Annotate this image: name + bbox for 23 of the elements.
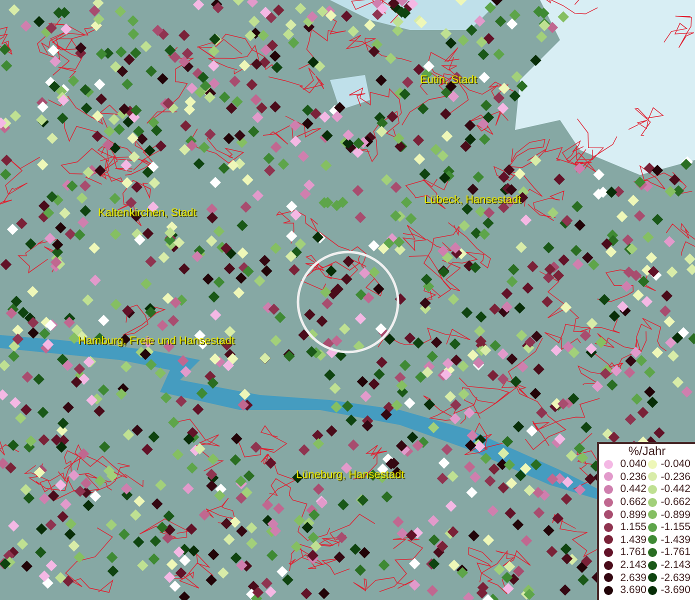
legend-value: 0.040 xyxy=(619,458,646,470)
legend-value: -2.639 xyxy=(660,572,690,584)
legend-title: %/Jahr xyxy=(628,445,666,458)
legend-value: -2.143 xyxy=(660,559,690,572)
legend-value: -1.155 xyxy=(660,521,690,534)
legend-value: 2.639 xyxy=(619,572,646,584)
legend-value: -1.761 xyxy=(660,546,690,558)
legend-value: 0.899 xyxy=(619,508,646,521)
legend-value: -0.040 xyxy=(660,458,690,470)
legend-value: -3.690 xyxy=(660,584,690,596)
legend-value: -0.899 xyxy=(660,508,690,521)
legend-value: 1.439 xyxy=(619,534,646,546)
legend-value: -0.442 xyxy=(660,483,690,496)
legend-value: 1.155 xyxy=(619,521,646,534)
legend-value: -0.236 xyxy=(660,470,690,483)
legend-value: -1.439 xyxy=(660,534,690,546)
legend-value: 0.236 xyxy=(619,470,646,483)
legend-value: -0.662 xyxy=(660,496,690,508)
legend-value: 1.761 xyxy=(619,546,646,558)
legend-value: 0.662 xyxy=(619,496,646,508)
legend-value: 0.442 xyxy=(619,483,646,496)
legend-value: 2.143 xyxy=(619,559,646,572)
legend-value: 3.690 xyxy=(619,584,646,596)
